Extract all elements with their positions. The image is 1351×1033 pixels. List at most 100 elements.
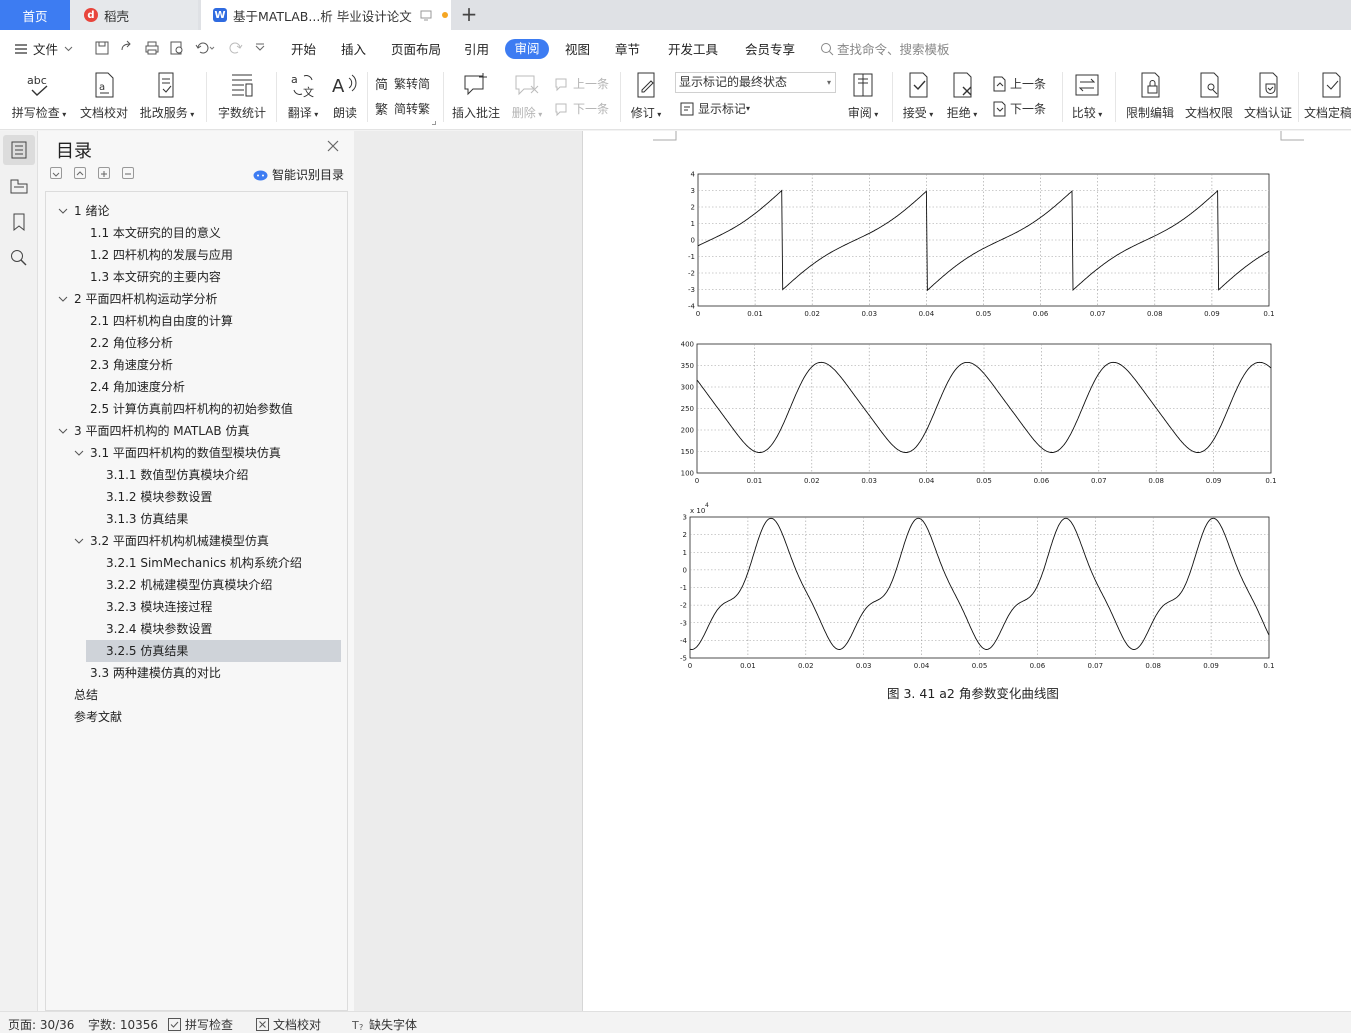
print-icon[interactable]	[144, 40, 160, 56]
translate-button[interactable]: a文 翻译 ▾	[283, 70, 323, 121]
menu-insert[interactable]: 插入	[341, 39, 366, 58]
toc-item[interactable]: 1.3 本文研究的主要内容	[46, 266, 346, 288]
toc-item[interactable]: 3.2.2 机械建模型仿真模块介绍	[46, 574, 346, 596]
menu-developer[interactable]: 开发工具	[668, 39, 718, 58]
menu-row: 文件 开始 插入 页面布局 引用 审阅 视图 章节 开发工具 会员专享 查找命令…	[0, 30, 1351, 66]
menu-section[interactable]: 章节	[615, 39, 640, 58]
prev-change-button[interactable]: 上一条	[991, 75, 1046, 92]
next-change-button[interactable]: 下一条	[991, 100, 1046, 117]
toc-item[interactable]: 3.1.1 数值型仿真模块介绍	[46, 464, 346, 486]
doc-proof-button[interactable]: a 文档校对	[77, 70, 131, 121]
status-doc-proof[interactable]: 文档校对	[256, 1016, 321, 1033]
toc-item-label: 总结	[74, 688, 99, 702]
toc-item[interactable]: 2.1 四杆机构自由度的计算	[46, 310, 346, 332]
simp-to-trad-button[interactable]: 繁 简转繁	[375, 100, 430, 117]
menu-view[interactable]: 视图	[565, 39, 590, 58]
quick-access-more-icon[interactable]	[254, 40, 266, 56]
undo-icon[interactable]	[194, 40, 216, 56]
toc-item[interactable]: 3.2.3 模块连接过程	[46, 596, 346, 618]
close-icon[interactable]	[326, 139, 340, 153]
doc-final-button[interactable]: 文档定稿	[1304, 70, 1351, 121]
search-icon[interactable]	[9, 248, 29, 268]
command-search[interactable]: 查找命令、搜索模板	[820, 39, 950, 58]
toc-item[interactable]: 2.4 角加速度分析	[46, 376, 346, 398]
page-indicator[interactable]: 页面: 30/36	[8, 1016, 74, 1033]
doc-certify-button[interactable]: 文档认证	[1241, 70, 1295, 121]
next-comment-button[interactable]: 下一条	[554, 100, 609, 117]
tab-document[interactable]: W 基于MATLAB...析 毕业设计论文	[201, 0, 451, 30]
tab-daoke[interactable]: d 稻壳	[70, 0, 198, 30]
toc-item[interactable]: 3.2.1 SimMechanics 机构系统介绍	[46, 552, 346, 574]
file-menu[interactable]: 文件	[14, 39, 73, 58]
toc-item[interactable]: 总结	[46, 684, 346, 706]
bookmark-icon[interactable]	[9, 212, 29, 232]
spellcheck-button[interactable]: abc 拼写检查 ▾	[8, 70, 70, 121]
collapse-all-button[interactable]	[50, 167, 62, 179]
insert-comment-button[interactable]: 插入批注	[450, 70, 502, 121]
toc-item[interactable]: 3.1.3 仿真结果	[46, 508, 346, 530]
chevron-down-icon[interactable]	[58, 426, 68, 436]
chevron-down-icon[interactable]	[58, 294, 68, 304]
toc-item[interactable]: 3.3 两种建模仿真的对比	[46, 662, 346, 684]
toc-item[interactable]: 2.3 角速度分析	[46, 354, 346, 376]
toc-item[interactable]: 3.2.4 模块参数设置	[46, 618, 346, 640]
redo-icon[interactable]	[228, 40, 244, 56]
toc-item[interactable]: 3.2.5 仿真结果	[86, 640, 341, 662]
print-preview-icon[interactable]	[169, 40, 185, 56]
toc-item[interactable]: 1 绪论	[46, 200, 346, 222]
y-tick-label: 3	[683, 514, 687, 522]
group-expand-icon[interactable]	[432, 121, 436, 125]
toc-item-label: 3.2.1 SimMechanics 机构系统介绍	[106, 556, 302, 570]
toc-item[interactable]: 3.2 平面四杆机构机械建模型仿真	[46, 530, 346, 552]
toc-item[interactable]: 1.1 本文研究的目的意义	[46, 222, 346, 244]
save-icon[interactable]	[94, 40, 110, 56]
export-icon[interactable]	[118, 40, 134, 56]
word-count-button[interactable]: 字数统计	[215, 70, 269, 121]
accept-button[interactable]: 接受 ▾	[899, 70, 937, 121]
read-aloud-button[interactable]: A 朗读	[328, 70, 362, 121]
add-level-button[interactable]	[98, 167, 110, 179]
toc-item[interactable]: 2.5 计算仿真前四杆机构的初始参数值	[46, 398, 346, 420]
status-spellcheck[interactable]: 拼写检查	[168, 1016, 233, 1033]
toc-item[interactable]: 1.2 四杆机构的发展与应用	[46, 244, 346, 266]
review-toolbar: abc 拼写检查 ▾ a 文档校对 批改服务 ▾ 字数统计 a文 翻译 ▾ A …	[0, 66, 1351, 130]
chevron-down-icon: ▾	[826, 78, 831, 87]
status-missing-font[interactable]: T? 缺失字体	[352, 1016, 417, 1033]
trad-to-simp-button[interactable]: 简 繁转简	[375, 75, 430, 92]
remove-level-button[interactable]	[122, 167, 134, 179]
search-icon	[821, 42, 834, 55]
review-pane-button[interactable]: 审阅 ▾	[843, 70, 883, 121]
toc-item[interactable]: 3.1.2 模块参数设置	[46, 486, 346, 508]
x-tick-label: 0.04	[919, 310, 935, 318]
word-count-indicator[interactable]: 字数: 10356	[88, 1016, 158, 1033]
menu-member[interactable]: 会员专享	[745, 39, 795, 58]
toc-item[interactable]: 参考文献	[46, 706, 346, 728]
batch-service-button[interactable]: 批改服务 ▾	[137, 70, 197, 121]
toc-item[interactable]: 3.1 平面四杆机构的数值型模块仿真	[46, 442, 346, 464]
toc-item[interactable]: 2.2 角位移分析	[46, 332, 346, 354]
toc-list-icon[interactable]	[9, 140, 29, 160]
menu-review[interactable]: 审阅	[505, 39, 549, 59]
menu-page-layout[interactable]: 页面布局	[391, 39, 441, 58]
menu-references[interactable]: 引用	[464, 39, 489, 58]
restrict-edit-button[interactable]: 限制编辑	[1123, 70, 1177, 121]
chevron-down-icon[interactable]	[74, 536, 84, 546]
prev-comment-button[interactable]: 上一条	[554, 75, 609, 92]
navigation-pane-icon[interactable]	[9, 176, 29, 196]
new-tab-button[interactable]: +	[459, 4, 479, 26]
delete-comment-button[interactable]: 删除 ▾	[508, 70, 546, 121]
expand-up-button[interactable]	[74, 167, 86, 179]
doc-permission-button[interactable]: 文档权限	[1182, 70, 1236, 121]
markup-state-select[interactable]: 显示标记的最终状态 ▾	[675, 72, 836, 93]
reject-button[interactable]: 拒绝 ▾	[943, 70, 981, 121]
chevron-down-icon[interactable]	[74, 448, 84, 458]
tab-home[interactable]: 首页	[0, 0, 70, 30]
toc-item[interactable]: 3 平面四杆机构的 MATLAB 仿真	[46, 420, 346, 442]
smart-toc-button[interactable]: 智能识别目录	[253, 166, 344, 183]
chevron-down-icon[interactable]	[58, 206, 68, 216]
compare-button[interactable]: 比较 ▾	[1068, 70, 1106, 121]
menu-start[interactable]: 开始	[291, 39, 316, 58]
track-changes-button[interactable]: 修订 ▾	[627, 70, 665, 121]
toc-item[interactable]: 2 平面四杆机构运动学分析	[46, 288, 346, 310]
show-markup-button[interactable]: 显示标记 ▾	[679, 100, 750, 117]
